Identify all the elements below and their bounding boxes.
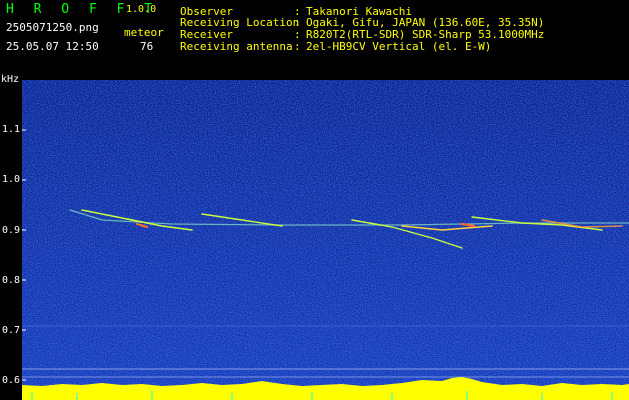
info-value-antenna: 2el-HB9CV Vertical (el. E-W) (306, 40, 492, 53)
y-tick-label: 0.8 (2, 275, 21, 286)
hrofft-window: H R O F F T 1.0.0 2505071250.png meteor … (0, 0, 629, 400)
y-tick-label: 1.1 (2, 124, 21, 135)
info-sep: : (294, 28, 301, 41)
info-label-receiver: Receiver (180, 28, 233, 41)
info-label-location: Receiving Location (180, 16, 300, 29)
info-value-location: Ogaki, Gifu, JAPAN (136.60E, 35.35N) (306, 16, 545, 29)
spectrogram-noise (22, 80, 629, 400)
spectrogram (22, 80, 629, 400)
y-tick-label: 1.0 (2, 174, 21, 185)
app-version: 1.0.0 (126, 4, 157, 15)
file-name: 2505071250.png (6, 21, 99, 34)
meteor-count-label: meteor (124, 26, 164, 39)
info-sep: : (294, 16, 301, 29)
y-tick-label: 0.9 (2, 225, 21, 236)
meteor-count-value: 76 (140, 40, 154, 53)
file-datetime: 25.05.07 12:50 (6, 40, 99, 53)
info-value-receiver: R820T2(RTL-SDR) SDR-Sharp 53.1000MHz (306, 28, 545, 41)
y-tick-label: 0.6 (2, 375, 21, 386)
info-sep: : (294, 40, 301, 53)
info-label-antenna: Receiving antenna (180, 40, 293, 53)
y-tick-label: 0.7 (2, 325, 21, 336)
y-axis-unit: kHz (1, 74, 20, 85)
